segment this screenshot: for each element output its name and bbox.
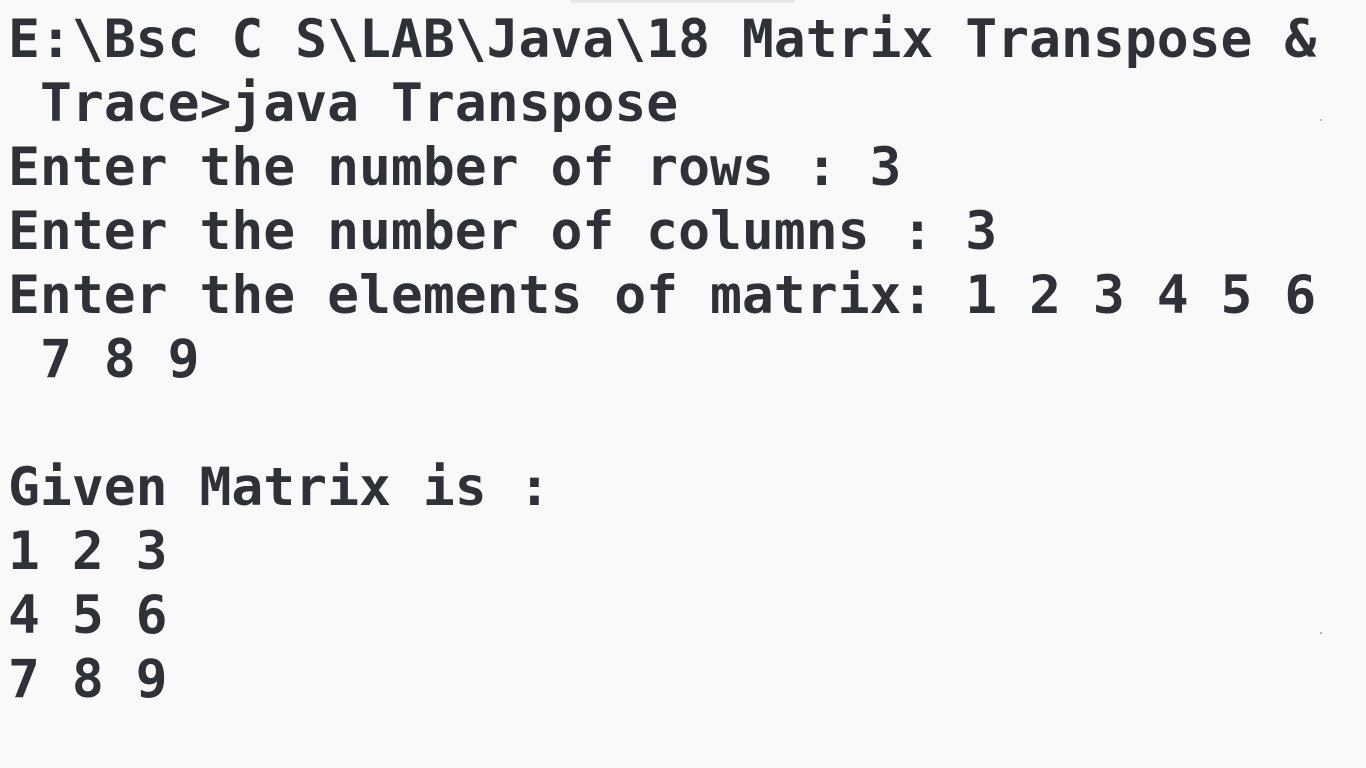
output-line-elements: Enter the elements of matrix: 1 2 3 4 5 …	[8, 265, 1317, 326]
output-line-given-matrix: Given Matrix is :	[8, 457, 551, 518]
output-line-rows: Enter the number of rows : 3	[8, 137, 902, 198]
matrix-row: 1 2 3	[8, 521, 168, 582]
scroll-marker	[1320, 632, 1322, 634]
window-tab-indicator	[570, 0, 795, 3]
matrix-row: 4 5 6	[8, 585, 168, 646]
prompt-command-line: E:\Bsc C S\LAB\Java\18 Matrix Transpose …	[8, 9, 1317, 70]
output-blank-line	[8, 392, 1366, 456]
output-line-columns: Enter the number of columns : 3	[8, 201, 998, 262]
scroll-marker	[1320, 119, 1322, 121]
console-window[interactable]: E:\Bsc C S\LAB\Java\18 Matrix Transpose …	[0, 0, 1366, 768]
matrix-row: 7 8 9	[8, 649, 168, 710]
output-line-elements-wrap: 7 8 9	[40, 329, 200, 390]
prompt-command-line-wrap: Trace>java Transpose	[40, 73, 679, 134]
